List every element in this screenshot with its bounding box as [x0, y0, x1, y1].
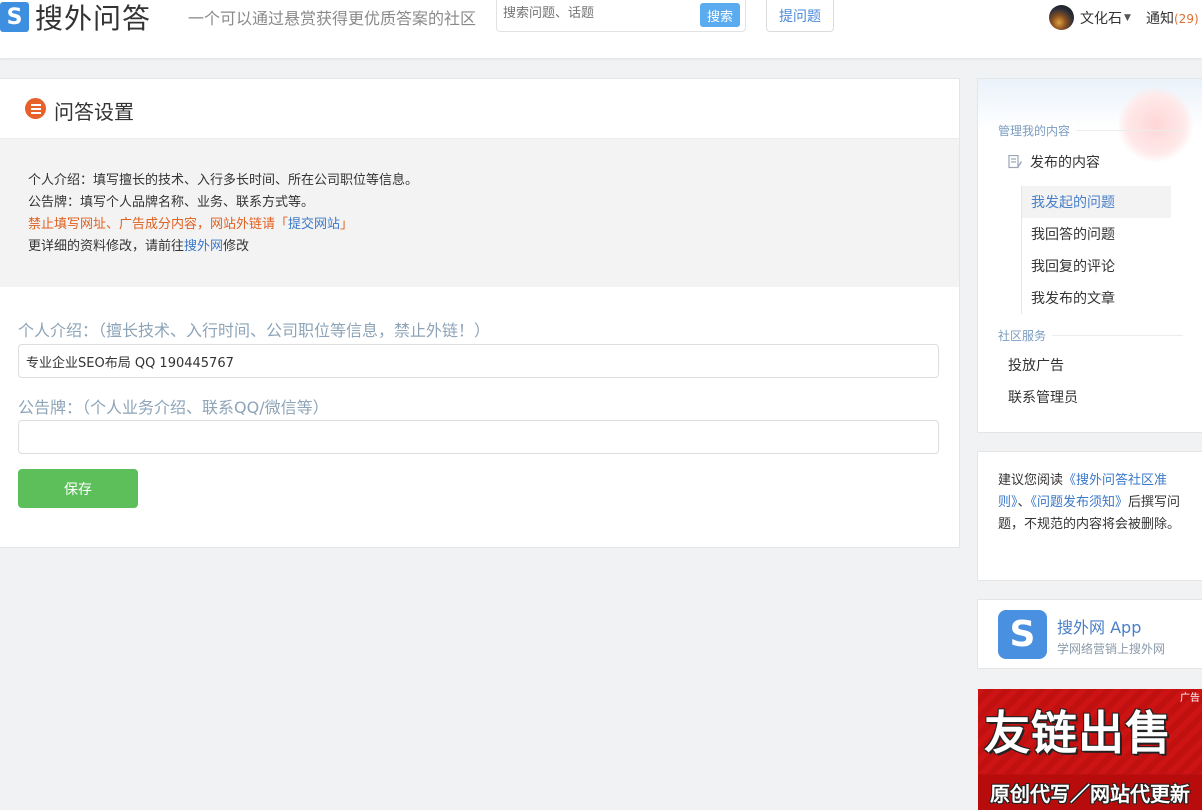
user-menu[interactable]: 文化石 ▼ [1049, 5, 1131, 30]
app-description: 学网络营销上搜外网 [1057, 642, 1166, 656]
page-title: 问答设置 [54, 100, 134, 124]
panel-header: 问答设置 [0, 79, 959, 139]
tip-more: 更详细的资料修改，请前往搜外网修改 [28, 236, 931, 258]
ad-subtitle: 原创代写／网站代更新 [978, 775, 1202, 810]
sidebar-item-my-answers[interactable]: 我回答的问题 [1022, 218, 1171, 250]
board-input[interactable] [18, 420, 939, 454]
tip-warning-text: 禁止填写网址、广告成分内容，网站外链请「 [28, 217, 289, 232]
manage-section-label: 管理我的内容 [998, 122, 1077, 139]
sidebar-item-my-questions[interactable]: 我发起的问题 [1022, 186, 1171, 218]
search-box: 搜索 [496, 0, 746, 32]
settings-panel: 问答设置 个人介绍：填写擅长的技术、入行多长时间、所在公司职位等信息。 公告牌：… [0, 78, 960, 548]
logo-badge: S [0, 2, 29, 32]
logo-text: 搜外问答 [35, 2, 152, 35]
document-edit-icon [1008, 155, 1022, 169]
sidebar-item-contact-admin[interactable]: 联系管理员 [1008, 387, 1078, 407]
published-content-menu[interactable]: 发布的内容 [1008, 152, 1100, 172]
tip-intro: 个人介绍：填写擅长的技术、入行多长时间、所在公司职位等信息。 [28, 173, 419, 188]
intro-label: 个人介绍：（擅长技术、入行时间、公司职位等信息，禁止外链！） [18, 321, 491, 340]
search-input[interactable] [503, 6, 693, 21]
published-content-label: 发布的内容 [1030, 155, 1100, 171]
sidebar-item-advertise[interactable]: 投放广告 [1008, 355, 1064, 375]
avatar[interactable] [1049, 5, 1074, 30]
notify-count: (29) [1174, 12, 1199, 26]
manage-content-card: 管理我的内容 发布的内容 我发起的问题 我回答的问题 我回复的评论 我发布的文章… [977, 78, 1202, 433]
tip-more-text: 更详细的资料修改，请前往 [28, 239, 185, 254]
ask-question-button[interactable]: 提问题 [766, 0, 834, 32]
save-button[interactable]: 保存 [18, 469, 138, 508]
souwai-link[interactable]: 搜外网 [184, 239, 223, 254]
app-logo-icon: S [998, 610, 1047, 659]
ad-tag: 广告 [1180, 693, 1200, 704]
tip-board: 公告牌：填写个人品牌名称、业务、联系方式等。 [28, 195, 315, 210]
app-promo-card[interactable]: S 搜外网 App 学网络营销上搜外网 [977, 599, 1202, 669]
decoration-circle [1118, 87, 1193, 162]
tips-box: 个人介绍：填写擅长的技术、入行多长时间、所在公司职位等信息。 公告牌：填写个人品… [0, 139, 959, 287]
reading-notice-card: 建议您阅读《搜外问答社区准则》、《问题发布须知》后撰写问题，不规范的内容将会被删… [977, 451, 1202, 581]
sidebar-item-my-comments[interactable]: 我回复的评论 [1022, 250, 1171, 282]
notify-label: 通知 [1146, 11, 1174, 27]
tip-more-end: 修改 [223, 239, 250, 254]
tip-warning: 禁止填写网址、广告成分内容，网站外链请「提交网站」 [28, 214, 931, 236]
caret-down-icon[interactable]: ▼ [1124, 13, 1131, 23]
submit-site-link[interactable]: 提交网站 [288, 217, 340, 232]
site-slogan: 一个可以通过悬赏获得更优质答案的社区 [188, 9, 477, 28]
intro-input[interactable] [18, 344, 939, 378]
notice-separator: 、 [1017, 495, 1031, 510]
sidebar-item-my-articles[interactable]: 我发布的文章 [1022, 282, 1171, 314]
ad-banner[interactable]: 友链出售 原创代写／网站代更新 广告 [978, 689, 1202, 810]
community-section-label: 社区服务 [998, 327, 1053, 344]
notifications-link[interactable]: 通知(29) [1146, 8, 1199, 28]
site-logo[interactable]: S 搜外问答 [0, 0, 152, 35]
list-icon [25, 98, 46, 119]
app-name[interactable]: 搜外网 App [1057, 614, 1141, 638]
tip-warning-end: 」 [340, 217, 354, 232]
ad-title: 友链出售 [984, 706, 1172, 760]
notice-prefix: 建议您阅读 [998, 473, 1064, 488]
search-button[interactable]: 搜索 [700, 3, 740, 27]
posting-guide-link[interactable]: 《问题发布须知》 [1031, 495, 1129, 510]
user-name[interactable]: 文化石 [1080, 8, 1122, 28]
top-header: S 搜外问答 一个可以通过悬赏获得更优质答案的社区 搜索 提问题 文化石 ▼ 通… [0, 0, 1202, 58]
board-label: 公告牌：（个人业务介绍、联系QQ/微信等） [18, 398, 329, 417]
